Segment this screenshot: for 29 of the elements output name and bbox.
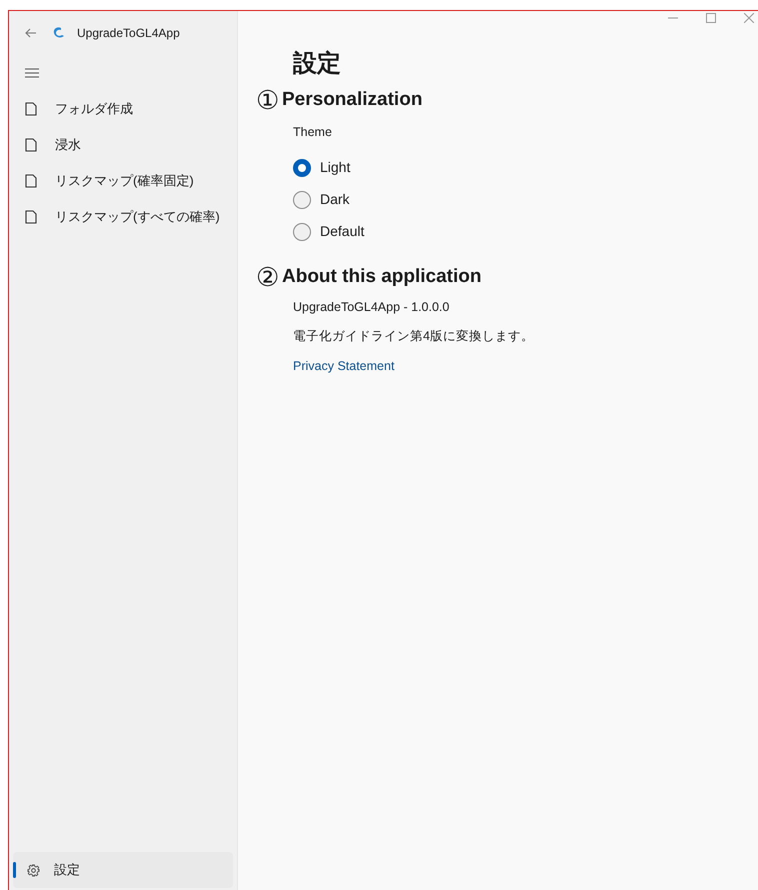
- annotation-number: ①: [256, 85, 279, 115]
- maximize-icon[interactable]: [706, 13, 716, 23]
- nav-item[interactable]: 浸水: [13, 127, 233, 163]
- app-logo-icon: [51, 26, 65, 40]
- selection-indicator: [13, 862, 16, 878]
- nav-item[interactable]: リスクマップ(すべての確率): [13, 199, 233, 235]
- section-heading: About this application: [282, 264, 482, 288]
- nav-item[interactable]: リスクマップ(確率固定): [13, 163, 233, 199]
- description-text: 電子化ガイドライン第4版に変換します。: [293, 328, 535, 344]
- settings-nav-item[interactable]: 設定: [13, 852, 233, 888]
- menu-icon[interactable]: [25, 68, 39, 78]
- version-text: UpgradeToGL4App - 1.0.0.0: [293, 298, 450, 316]
- settings-icon: [27, 864, 40, 876]
- document-icon: [25, 174, 37, 188]
- app-title: UpgradeToGL4App: [77, 25, 180, 42]
- annotation-number: ②: [256, 262, 279, 292]
- close-icon[interactable]: [744, 13, 754, 23]
- section-heading: Personalization: [282, 88, 422, 112]
- privacy-link[interactable]: Privacy Statement: [293, 357, 394, 376]
- theme-radio[interactable]: Light: [293, 152, 354, 184]
- theme-radio[interactable]: Default: [293, 216, 368, 248]
- document-icon: [25, 210, 37, 224]
- document-icon: [25, 138, 37, 152]
- back-arrow-icon[interactable]: [25, 28, 37, 38]
- theme-radio[interactable]: Dark: [293, 184, 354, 216]
- document-icon: [25, 102, 37, 116]
- theme-label: Theme: [293, 124, 333, 141]
- nav-item[interactable]: フォルダ作成: [13, 91, 233, 127]
- page-title: 設定: [293, 49, 342, 79]
